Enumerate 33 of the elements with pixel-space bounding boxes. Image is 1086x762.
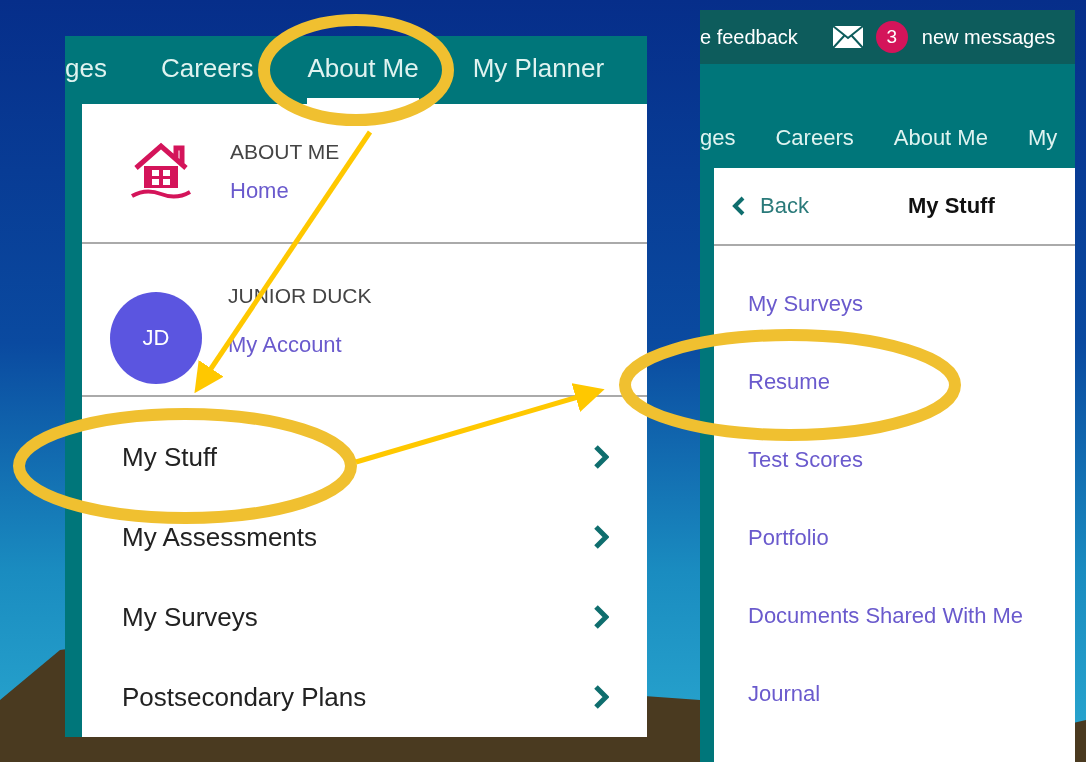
nav-tab[interactable]: About Me <box>893 118 988 168</box>
avatar: JD <box>110 292 202 385</box>
feedback-link[interactable]: e feedback <box>700 25 798 49</box>
chevron-right-icon <box>593 604 609 630</box>
menu-item[interactable]: My Stuff <box>82 417 647 497</box>
nav-tab[interactable]: My Planner <box>472 36 605 104</box>
house-icon <box>130 140 192 200</box>
submenu-link[interactable]: My Surveys <box>714 284 1075 362</box>
back-button[interactable]: Back <box>732 193 908 219</box>
menu-item[interactable]: Postsecondary Plans <box>82 657 647 737</box>
chevron-right-icon <box>593 524 609 550</box>
messages-link[interactable]: new messages <box>921 25 1056 49</box>
submenu-link[interactable]: Test Scores <box>714 440 1075 518</box>
home-link[interactable]: Home <box>230 178 340 204</box>
section-title: ABOUT ME <box>230 140 340 164</box>
menu-item[interactable]: My Assessments <box>82 497 647 577</box>
submenu-link[interactable]: Journal <box>714 674 1075 752</box>
nav-tab[interactable]: My <box>1027 118 1058 168</box>
submenu-link[interactable]: Documents Shared With Me <box>714 596 1075 674</box>
submenu-link[interactable]: Portfolio <box>714 518 1075 596</box>
chevron-left-icon <box>732 195 746 217</box>
nav-tab[interactable]: Careers <box>160 36 254 104</box>
submenu-link[interactable]: Resume <box>714 362 1075 440</box>
message-count-badge: 3 <box>875 21 908 53</box>
chevron-right-icon <box>593 444 609 470</box>
menu-item[interactable]: My Surveys <box>82 577 647 657</box>
panel-title: My Stuff <box>908 193 995 219</box>
nav-tab[interactable]: ges <box>700 118 736 168</box>
nav-tab[interactable]: Careers <box>775 118 854 168</box>
chevron-right-icon <box>593 684 609 710</box>
nav-tab[interactable]: ges <box>65 36 107 104</box>
envelope-icon <box>831 25 864 49</box>
nav-tab[interactable]: About Me <box>307 36 419 104</box>
